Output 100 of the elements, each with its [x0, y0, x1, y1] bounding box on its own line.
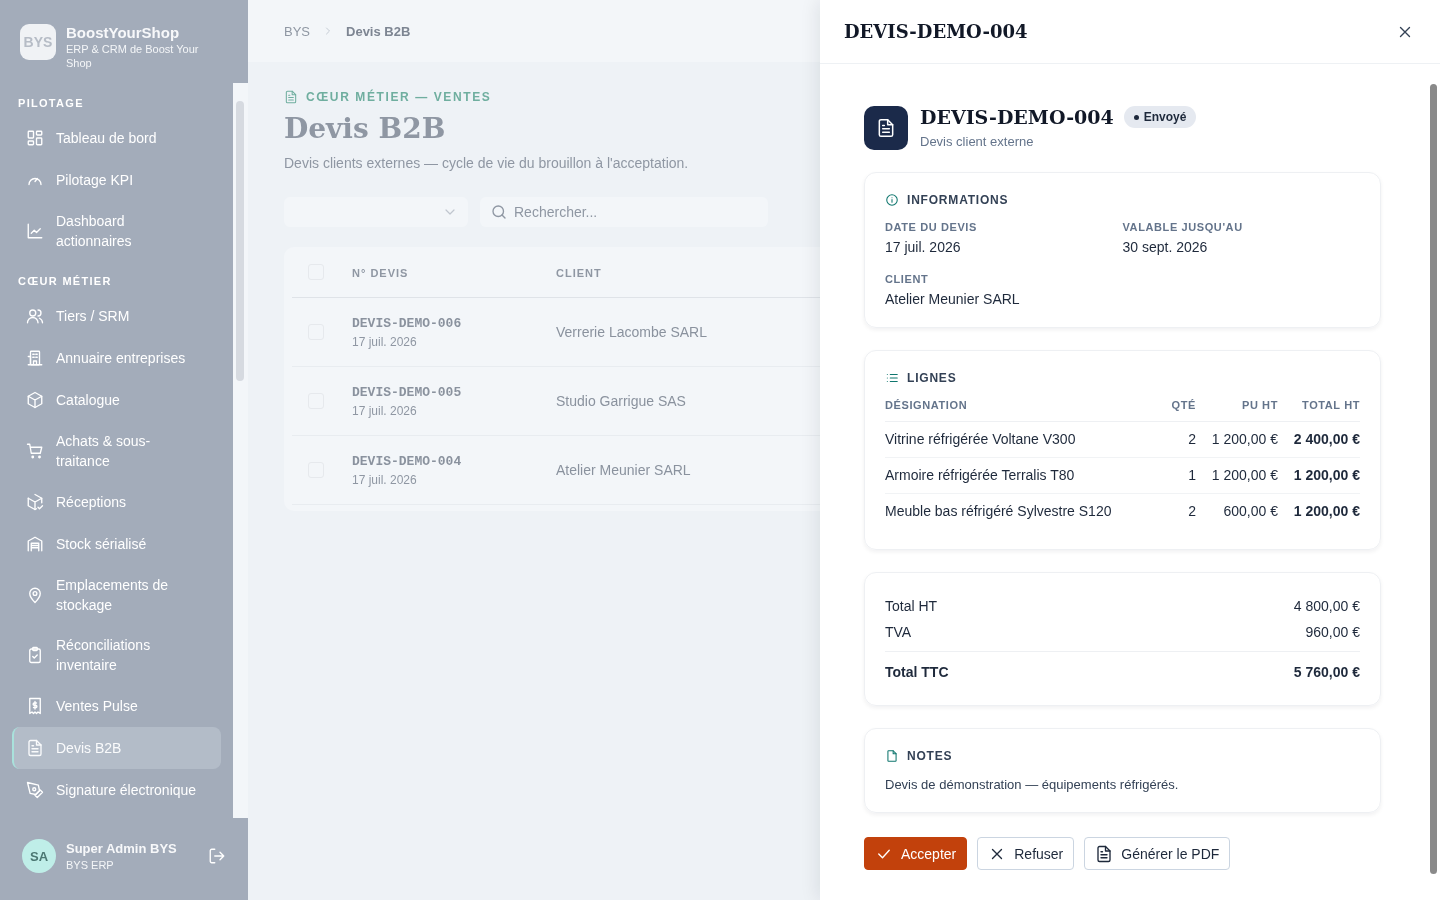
column-header: TOTAL HT: [1277, 399, 1360, 422]
quote-number[interactable]: DEVIS-DEMO-004: [352, 453, 556, 469]
building-icon: [26, 349, 44, 367]
section-title: NOTES: [907, 749, 953, 763]
total-label: Total HT: [885, 598, 938, 614]
total-cell: 1 200,00 €: [1277, 457, 1360, 494]
field-value: Atelier Meunier SARL: [885, 291, 1021, 307]
client-name: Atelier Meunier SARL: [556, 462, 691, 478]
sidebar-section-title: PILOTAGE: [17, 96, 85, 111]
user-avatar: SA: [22, 839, 56, 873]
search-field[interactable]: Rechercher...: [480, 197, 768, 227]
unit-price-cell: 600,00 €: [1195, 493, 1278, 529]
file-icon: [885, 749, 899, 763]
receipt-icon: [26, 697, 44, 715]
quote-date: 17 juil. 2026: [352, 334, 418, 349]
designation-cell: Armoire réfrigérée Terralis T80: [885, 457, 1166, 494]
section-title: INFORMATIONS: [907, 193, 1009, 207]
quote-subtitle: Devis client externe: [920, 134, 1035, 149]
user-name: Super Admin BYS: [66, 841, 178, 856]
total-value: 960,00 €: [1305, 624, 1360, 640]
sidebar-item[interactable]: Stock sérialisé: [12, 523, 221, 565]
status-badge: Envoyé: [1123, 106, 1197, 128]
document-icon: [876, 118, 896, 138]
sidebar-item[interactable]: Pilotage KPI: [12, 159, 221, 201]
total-label: TVA: [885, 624, 912, 640]
filter-dropdown[interactable]: [284, 197, 468, 227]
designation-cell: Meuble bas réfrigéré Sylvestre S120: [885, 493, 1166, 529]
pdf-button[interactable]: Générer le PDF: [1084, 837, 1231, 870]
quote-number[interactable]: DEVIS-DEMO-005: [352, 384, 556, 400]
document-icon: [1095, 844, 1114, 863]
unit-price-cell: 1 200,00 €: [1195, 421, 1278, 458]
quantity-cell: 1: [1165, 457, 1196, 494]
quote-date: 17 juil. 2026: [352, 472, 418, 487]
sidebar-item[interactable]: Catalogue: [12, 379, 221, 421]
sidebar-item[interactable]: Réceptions: [12, 481, 221, 523]
sidebar-section-title: CŒUR MÉTIER: [17, 274, 113, 289]
section-title: LIGNES: [907, 371, 957, 385]
cube-icon: [26, 391, 44, 409]
list-icon: [885, 371, 899, 385]
field-label: VALABLE JUSQU'AU: [1122, 221, 1244, 233]
brand-name: BoostYourShop: [66, 24, 181, 42]
quantity-cell: 2: [1165, 493, 1196, 529]
sidebar-item[interactable]: Achats & sous-traitance: [12, 421, 221, 481]
quantity-cell: 2: [1165, 421, 1196, 458]
sidebar-item[interactable]: Tiers / SRM: [12, 295, 221, 337]
scrollbar[interactable]: [233, 83, 248, 818]
field-value: 30 sept. 2026: [1122, 239, 1209, 255]
client-name: Verrerie Lacombe SARL: [556, 324, 707, 340]
grid-icon: [26, 129, 44, 147]
sidebar-item[interactable]: Dashboard actionnaires: [12, 201, 221, 261]
sidebar-item[interactable]: Annuaire entreprises: [12, 337, 221, 379]
app-logo: BYS: [20, 24, 56, 60]
column-header: QTÉ: [1165, 399, 1196, 422]
clipboard-icon: [26, 646, 44, 664]
breadcrumb-item: Devis B2B: [346, 23, 411, 39]
total-cell: 1 200,00 €: [1277, 493, 1360, 529]
field-label: DATE DU DEVIS: [885, 221, 978, 233]
info-icon: [885, 193, 899, 207]
column-header: N° DEVIS: [352, 267, 409, 279]
unit-price-cell: 1 200,00 €: [1195, 457, 1278, 494]
column-header: CLIENT: [556, 267, 602, 279]
total-label: Total TTC: [885, 664, 949, 680]
page-eyebrow: CŒUR MÉTIER — VENTES: [306, 90, 492, 104]
column-header: DÉSIGNATION: [885, 399, 1166, 422]
sidebar-item[interactable]: Tableau de bord: [12, 117, 221, 159]
field-label: CLIENT: [885, 273, 930, 285]
warehouse-icon: [26, 535, 44, 553]
designation-cell: Vitrine réfrigérée Voltane V300: [885, 421, 1166, 458]
users-icon: [26, 307, 44, 325]
page-title: Devis B2B: [284, 112, 446, 145]
document-icon: [26, 739, 44, 757]
sidebar-item[interactable]: Réconciliations inventaire: [12, 625, 221, 685]
user-subtitle: BYS ERP: [66, 859, 115, 871]
total-value: 4 800,00 €: [1293, 598, 1360, 614]
breadcrumb-item[interactable]: BYS: [284, 23, 310, 39]
page-subtitle: Devis clients externes — cycle de vie du brouillon à l'acceptation.: [284, 155, 689, 171]
column-header: PU HT: [1195, 399, 1278, 422]
sidebar-item[interactable]: Devis B2B: [12, 727, 221, 769]
document-icon: [284, 90, 298, 104]
sidebar-item[interactable]: Emplacements de stockage: [12, 565, 221, 625]
client-name: Studio Garrigue SAS: [556, 393, 686, 409]
pen-icon: [26, 781, 44, 799]
sidebar-item[interactable]: Signature électronique: [12, 769, 221, 811]
field-value: 17 juil. 2026: [885, 239, 962, 255]
quote-number[interactable]: DEVIS-DEMO-006: [352, 315, 556, 331]
sidebar-item[interactable]: Ventes Pulse: [12, 685, 221, 727]
box-check-icon: [26, 493, 44, 511]
quote-title: DEVIS-DEMO-004: [920, 106, 1114, 128]
search-icon: [490, 203, 508, 221]
pin-icon: [26, 586, 44, 604]
accept-button[interactable]: Accepter: [864, 837, 968, 870]
brand-subtitle: ERP & CRM de Boost Your Shop: [66, 42, 200, 70]
notes-text: Devis de démonstration — équipements réfrigérés.: [885, 777, 1180, 792]
reject-button[interactable]: Refuser: [977, 837, 1075, 870]
logout-icon: [208, 847, 226, 865]
total-cell: 2 400,00 €: [1277, 421, 1360, 458]
drawer-title: DEVIS-DEMO-004: [844, 21, 1028, 42]
quote-date: 17 juil. 2026: [352, 403, 418, 418]
cart-icon: [26, 442, 44, 460]
line-chart-icon: [26, 222, 44, 240]
